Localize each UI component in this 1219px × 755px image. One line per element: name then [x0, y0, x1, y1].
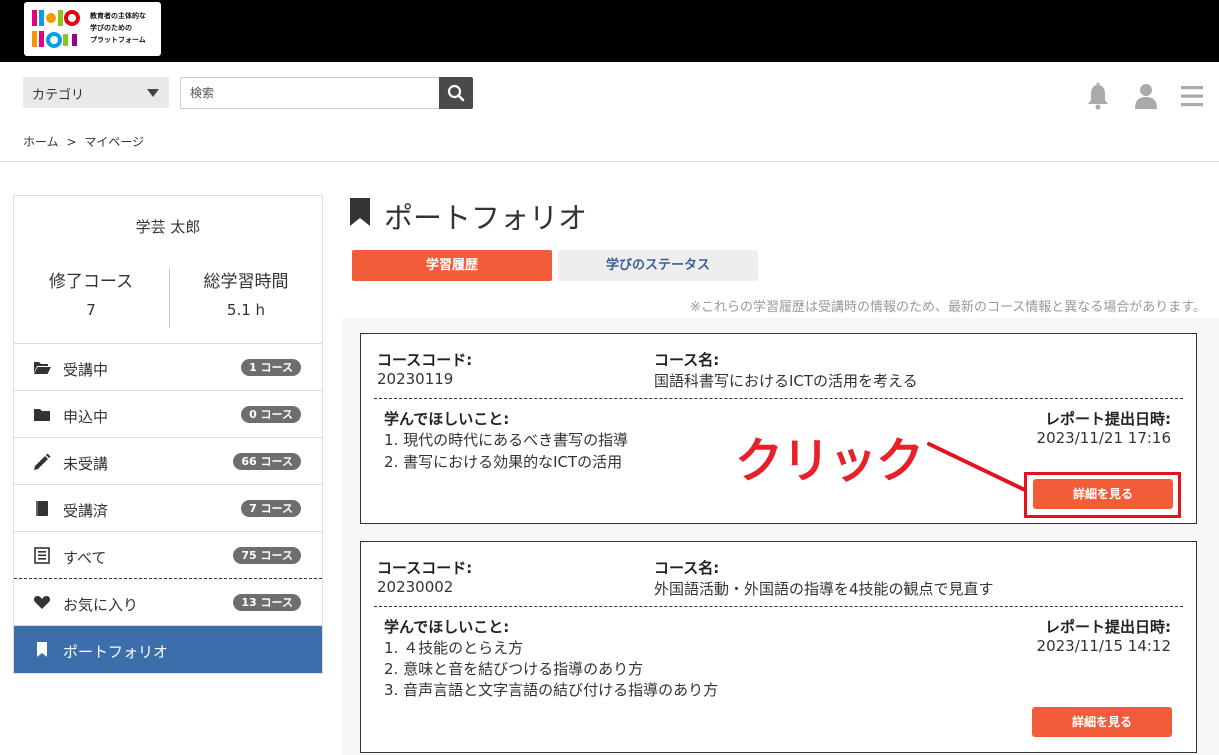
- menu-icon[interactable]: [1180, 82, 1206, 110]
- stat-completed-courses: 修了コース 7: [48, 272, 134, 319]
- user-stats: 修了コース 7 総学習時間 5.1 h: [14, 256, 322, 344]
- course-code-value: 20230119: [377, 370, 454, 388]
- chevron-down-icon: [147, 89, 159, 97]
- sidebar-item-all[interactable]: すべて 75 コース: [14, 532, 322, 579]
- tab-learning-status[interactable]: 学びのステータス: [558, 250, 758, 281]
- count-badge: 7 コース: [241, 500, 301, 517]
- list-icon: [34, 547, 50, 564]
- goal-item: 2. 意味と音を結びつける指導のあり方: [384, 660, 644, 678]
- report-date-label: レポート提出日時:: [1045, 410, 1171, 428]
- annotation-arrow-icon: [927, 442, 1027, 492]
- count-badge: 75 コース: [233, 547, 301, 564]
- card-divider: [374, 606, 1183, 607]
- header-divider: [0, 161, 1219, 162]
- report-date-value: 2023/11/15 14:12: [1036, 637, 1171, 655]
- heart-icon: [33, 596, 51, 609]
- category-label: カテゴリ: [32, 88, 85, 103]
- click-annotation-label: クリック: [735, 433, 924, 489]
- sidebar-item-completed[interactable]: 受講済 7 コース: [14, 485, 322, 532]
- sidebar-item-applied[interactable]: 申込中 0 コース: [14, 391, 322, 438]
- count-badge: 1 コース: [241, 359, 301, 376]
- goal-item: 1. 現代の時代にあるべき書写の指導: [384, 431, 629, 449]
- course-name-label: コース名:: [654, 559, 720, 577]
- search-input[interactable]: [180, 77, 440, 109]
- user-icon[interactable]: [1133, 82, 1159, 110]
- portfolio-card: コースコード: 20230002 コース名: 外国語活動・外国語の指導を4技能の…: [360, 541, 1197, 753]
- course-name-value: 外国語活動・外国語の指導を4技能の観点で見直す: [654, 580, 994, 598]
- card-divider: [374, 398, 1183, 399]
- bell-icon[interactable]: [1085, 82, 1111, 110]
- bookmark-icon: [350, 198, 370, 226]
- sidebar-item-favorites[interactable]: お気に入り 13 コース: [14, 579, 322, 626]
- stat-total-study-time: 総学習時間 5.1 h: [203, 272, 289, 319]
- click-highlight-box: [1024, 472, 1181, 518]
- search-button[interactable]: [439, 77, 473, 109]
- goals-label: 学んでほしいこと:: [384, 410, 510, 428]
- logo-mark-icon: [32, 10, 80, 48]
- logo-text: 教育者の主体的な 学びのための プラットフォーム: [90, 12, 146, 44]
- sidebar-item-in-progress[interactable]: 受講中 1 コース: [14, 344, 322, 391]
- tab-learning-history[interactable]: 学習履歴: [352, 250, 552, 281]
- category-dropdown[interactable]: カテゴリ: [23, 77, 169, 108]
- report-date-value: 2023/11/21 17:16: [1036, 429, 1171, 447]
- breadcrumb: ホーム > マイページ: [23, 133, 144, 150]
- goals-label: 学んでほしいこと:: [384, 618, 510, 636]
- folder-open-icon: [34, 362, 51, 374]
- history-note: ※これらの学習履歴は受講時の情報のため、最新のコース情報と異なる場合があります。: [690, 300, 1206, 315]
- goal-item: 3. 音声言語と文字言語の結び付ける指導のあり方: [384, 681, 719, 699]
- sidebar-item-not-taken[interactable]: 未受講 66 コース: [14, 438, 322, 485]
- detail-button[interactable]: 詳細を見る: [1032, 707, 1172, 737]
- count-badge: 0 コース: [241, 406, 301, 423]
- report-date-label: レポート提出日時:: [1045, 618, 1171, 636]
- top-bar: 教育者の主体的な 学びのための プラットフォーム: [0, 0, 1219, 62]
- goal-item: 1. ４技能のとらえ方: [384, 639, 524, 657]
- course-code-label: コースコード:: [377, 559, 473, 577]
- count-badge: 13 コース: [233, 594, 301, 611]
- course-code-value: 20230002: [377, 578, 454, 596]
- course-name-label: コース名:: [654, 351, 720, 369]
- book-icon: [36, 501, 48, 516]
- folder-icon: [34, 409, 50, 421]
- sidebar-item-portfolio[interactable]: ポートフォリオ: [14, 626, 322, 673]
- breadcrumb-home[interactable]: ホーム: [23, 135, 59, 149]
- page-title: ポートフォリオ: [384, 201, 588, 235]
- course-code-label: コースコード:: [377, 351, 473, 369]
- bookmark-icon: [37, 642, 47, 657]
- goal-item: 2. 書写における効果的なICTの活用: [384, 453, 623, 471]
- sidebar: 学芸 太郎 修了コース 7 総学習時間 5.1 h 受講中 1 コース 申込中 …: [13, 195, 323, 674]
- search-icon: [447, 84, 465, 102]
- site-logo[interactable]: 教育者の主体的な 学びのための プラットフォーム: [24, 2, 161, 56]
- user-name: 学芸 太郎: [135, 218, 201, 236]
- breadcrumb-separator: >: [66, 135, 77, 149]
- course-name-value: 国語科書写におけるICTの活用を考える: [654, 372, 918, 390]
- pencil-icon: [34, 453, 51, 470]
- count-badge: 66 コース: [233, 453, 301, 470]
- breadcrumb-current: マイページ: [84, 135, 145, 149]
